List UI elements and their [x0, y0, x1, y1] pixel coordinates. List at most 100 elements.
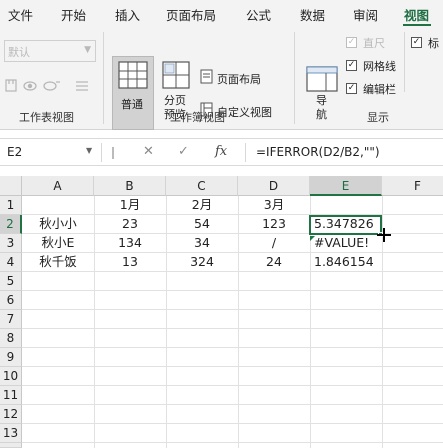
- exit-view-icon: [23, 81, 37, 91]
- row-header[interactable]: 13: [0, 424, 22, 443]
- tab-home[interactable]: 开始: [61, 5, 86, 24]
- gridline: [22, 404, 443, 405]
- row-header[interactable]: 1: [0, 196, 22, 215]
- custom-views-button[interactable]: 自定义视图: [217, 104, 272, 120]
- cell-a4[interactable]: 秋千饭: [22, 252, 94, 271]
- cell-d3[interactable]: /: [238, 233, 310, 252]
- tab-file[interactable]: 文件: [8, 5, 33, 24]
- row-header[interactable]: 6: [0, 291, 22, 310]
- insert-function-button[interactable]: fx: [215, 144, 227, 159]
- column-header-f[interactable]: F: [382, 176, 443, 196]
- row-header[interactable]: 9: [0, 348, 22, 367]
- row-header[interactable]: 12: [0, 405, 22, 424]
- name-box-value: E2: [7, 145, 23, 159]
- navigation-label[interactable]: 导 航: [316, 94, 327, 122]
- column-header-d[interactable]: D: [238, 176, 310, 196]
- group-divider: [294, 32, 295, 124]
- crosshair-cursor-icon: [377, 228, 391, 242]
- row-header[interactable]: 2: [0, 215, 22, 234]
- gridline: [22, 328, 443, 329]
- tab-review[interactable]: 审阅: [353, 5, 378, 24]
- row-header[interactable]: 8: [0, 329, 22, 348]
- gridline: [22, 290, 443, 291]
- cell-b1[interactable]: 1月: [94, 195, 166, 214]
- grip-handle[interactable]: [112, 147, 114, 159]
- cell-c2[interactable]: 54: [166, 214, 238, 233]
- cell-b4[interactable]: 13: [94, 252, 166, 271]
- formula-bar-checkbox[interactable]: ✓: [346, 83, 357, 94]
- gridline: [22, 366, 443, 367]
- row-header[interactable]: 7: [0, 310, 22, 329]
- enter-icon[interactable]: ✓: [178, 144, 189, 159]
- group-divider: [103, 32, 104, 124]
- cell-d4[interactable]: 24: [238, 252, 310, 271]
- headings-label: 标: [428, 37, 439, 50]
- new-view-icon: [43, 81, 60, 91]
- normal-view-label: 普通: [121, 98, 143, 111]
- column-header-e[interactable]: E: [310, 176, 382, 196]
- tab-data[interactable]: 数据: [300, 5, 325, 24]
- formula-input[interactable]: =IFERROR(D2/B2,""): [256, 145, 380, 159]
- name-box[interactable]: E2 ▼: [0, 139, 100, 165]
- gridlines-checkbox[interactable]: ✓: [346, 60, 357, 71]
- group-divider: [404, 32, 405, 92]
- tab-view[interactable]: 视图: [404, 5, 429, 24]
- navigation-pane-icon[interactable]: [306, 66, 338, 92]
- gridline: [22, 442, 443, 443]
- divider: [245, 143, 246, 162]
- row-header[interactable]: 5: [0, 272, 22, 291]
- show-group-label: 显示: [367, 111, 389, 124]
- options-icon: [76, 81, 88, 91]
- select-all-corner[interactable]: [0, 176, 22, 196]
- row-header[interactable]: 10: [0, 367, 22, 386]
- worksheet-grid: A B C D E F 1 2 3 4 5 6 7 8 9 10 11 12 1…: [0, 176, 443, 448]
- error-indicator-icon[interactable]: [310, 236, 315, 241]
- divider: [101, 143, 102, 162]
- ruler-checkbox[interactable]: ✓: [346, 37, 357, 48]
- gridline: [22, 347, 443, 348]
- sheet-view-group-label: 工作表视图: [19, 111, 74, 124]
- column-header-a[interactable]: A: [22, 176, 94, 196]
- keep-view-icon: [5, 79, 17, 92]
- row-header[interactable]: 11: [0, 386, 22, 405]
- cell-c1[interactable]: 2月: [166, 195, 238, 214]
- gridline: [22, 423, 443, 424]
- sheet-view-select[interactable]: 默认 ▼: [4, 40, 96, 62]
- chevron-down-icon: ▼: [84, 45, 91, 55]
- cell-c4[interactable]: 324: [166, 252, 238, 271]
- cell-a3[interactable]: 秋小E: [22, 233, 94, 252]
- page-break-preview-icon[interactable]: [162, 61, 190, 89]
- cell-d1[interactable]: 3月: [238, 195, 310, 214]
- cell-e2[interactable]: 5.347826: [310, 214, 382, 233]
- cell-e4[interactable]: 1.846154: [310, 252, 382, 271]
- ruler-label: 直尺: [363, 37, 385, 50]
- cell-a2[interactable]: 秋小小: [22, 214, 94, 233]
- gridline: [22, 271, 443, 272]
- page-layout-button[interactable]: 页面布局: [217, 71, 261, 87]
- cell-d2[interactable]: 123: [238, 214, 310, 233]
- row-header[interactable]: 3: [0, 234, 22, 253]
- formula-bar: E2 ▼ ✕ ✓ fx =IFERROR(D2/B2,""): [0, 138, 443, 166]
- normal-view-icon: [118, 61, 148, 89]
- gridlines-label: 网格线: [363, 60, 396, 73]
- column-header-c[interactable]: C: [166, 176, 238, 196]
- ribbon: 默认 ▼ 工作表视图 普通 分页 预览 页面布局 自定义视图 工作簿视图 导 航…: [0, 26, 443, 130]
- headings-checkbox[interactable]: ✓: [411, 37, 422, 48]
- cell-b3[interactable]: 134: [94, 233, 166, 252]
- gridline: [22, 309, 443, 310]
- workbook-views-group-label: 工作簿视图: [170, 111, 225, 124]
- tab-formulas[interactable]: 公式: [246, 5, 271, 24]
- row-header[interactable]: 4: [0, 253, 22, 272]
- row-header[interactable]: 14: [0, 443, 22, 448]
- cell-c3[interactable]: 34: [166, 233, 238, 252]
- tab-page-layout[interactable]: 页面布局: [166, 5, 216, 24]
- excel-window: 文件 开始 插入 页面布局 公式 数据 审阅 视图 默认 ▼ 工作表视图 普通 …: [0, 0, 443, 448]
- chevron-down-icon[interactable]: ▼: [86, 146, 92, 155]
- sheet-view-value: 默认: [8, 46, 30, 59]
- column-header-b[interactable]: B: [94, 176, 166, 196]
- cancel-icon[interactable]: ✕: [143, 144, 154, 159]
- formula-bar-label: 编辑栏: [363, 83, 396, 96]
- tab-insert[interactable]: 插入: [115, 5, 140, 24]
- cell-e3[interactable]: #VALUE!: [310, 233, 382, 252]
- cell-b2[interactable]: 23: [94, 214, 166, 233]
